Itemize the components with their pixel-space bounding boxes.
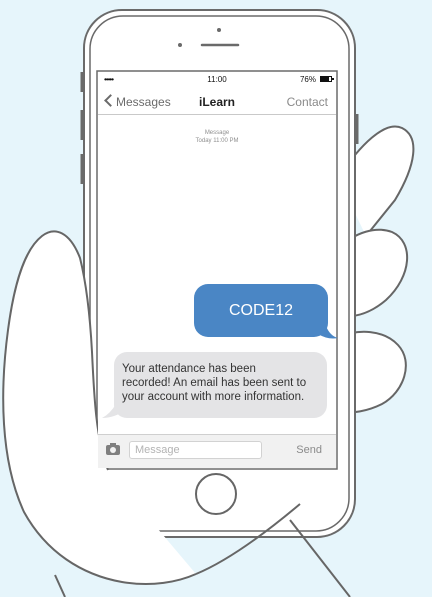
incoming-message-bubble: Your attendance has been recorded! An em… — [114, 352, 327, 418]
proximity-sensor — [178, 43, 182, 47]
incoming-message-line: recorded! An email has been sent to — [122, 377, 307, 389]
home-button[interactable] — [195, 473, 237, 515]
phone-screen: ••••• 11:00 76% Messages iLearn Contact … — [98, 72, 336, 468]
incoming-message-line: your account with more information. — [122, 391, 305, 403]
status-bar: ••••• 11:00 76% — [98, 72, 336, 88]
thread-timestamp: Message Today 11:00 PM — [98, 129, 336, 145]
thread-header-label: Message — [204, 130, 230, 136]
contact-button[interactable]: Contact — [287, 95, 328, 109]
front-camera — [217, 28, 221, 32]
battery-percent: 76% — [299, 75, 316, 84]
outgoing-message-bubble: CODE12 — [194, 284, 328, 337]
message-input[interactable] — [129, 441, 262, 459]
camera-icon[interactable] — [106, 443, 120, 455]
incoming-message-line: Your attendance has been — [122, 363, 256, 375]
thread-header-time: Today 11:00 PM — [195, 138, 239, 144]
message-input-bar: Send — [98, 434, 336, 468]
battery-icon — [320, 76, 334, 82]
navigation-bar: Messages iLearn Contact — [98, 89, 336, 115]
send-button[interactable]: Send — [296, 444, 322, 456]
